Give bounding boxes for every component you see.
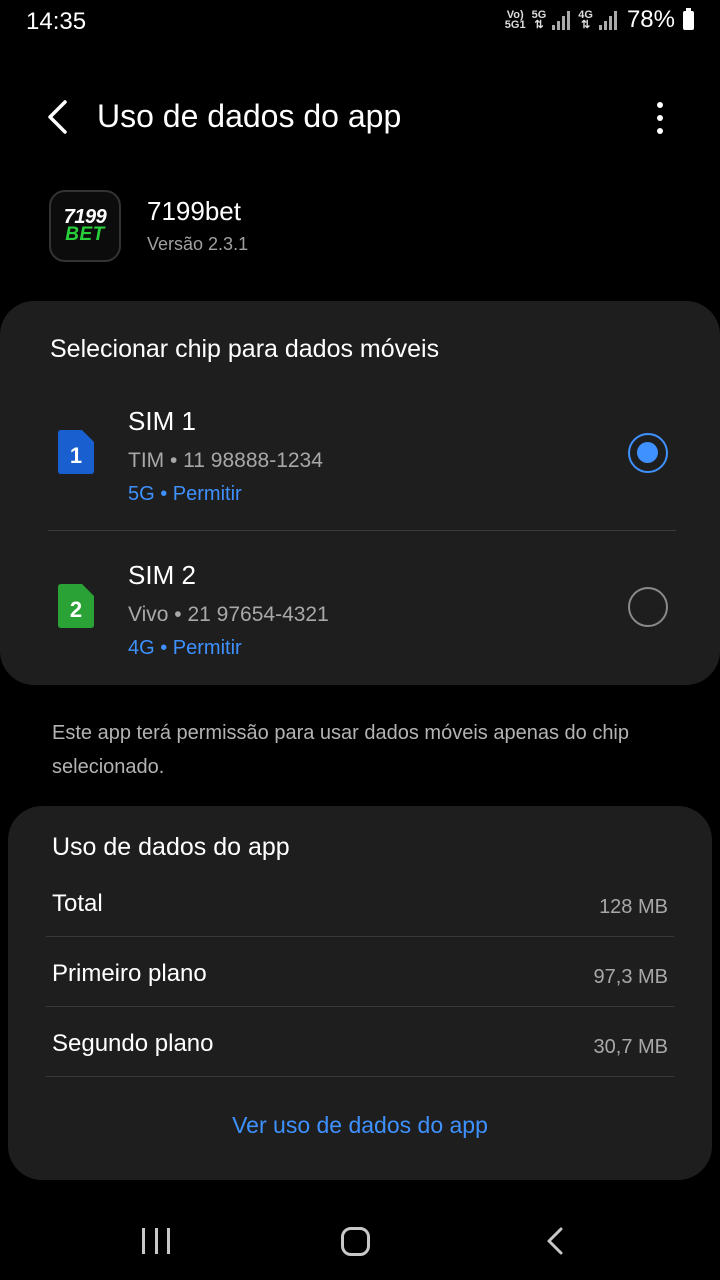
- usage-divider: [46, 1006, 674, 1007]
- usage-value: 128 MB: [599, 896, 668, 918]
- navigation-bar: [0, 1200, 720, 1280]
- app-bar: Uso de dados do app: [0, 80, 720, 154]
- view-app-data-usage-link[interactable]: Ver uso de dados do app: [8, 1112, 712, 1139]
- signal-sim1-icon: [552, 10, 572, 30]
- app-logo: 7199 BET: [49, 190, 121, 262]
- usage-divider: [46, 936, 674, 937]
- app-info: 7199 BET 7199bet Versão 2.3.1: [49, 190, 669, 264]
- network-5g-icon: 5G ⇅: [531, 9, 547, 31]
- data-usage-card: Uso de dados do app Total 128 MB Primeir…: [8, 806, 712, 1180]
- sim-1-icon: 1: [58, 430, 94, 474]
- usage-row-total: Total 128 MB: [8, 868, 712, 938]
- usage-divider: [46, 1076, 674, 1077]
- recent-apps-icon: [142, 1228, 145, 1254]
- usage-value: 97,3 MB: [593, 966, 668, 988]
- sim-1-carrier: TIM • 11 98888-1234: [128, 449, 323, 472]
- sim-2-network: 4G • Permitir: [128, 637, 242, 659]
- sim-2-radio[interactable]: [628, 587, 668, 627]
- sim-2-icon: 2: [58, 584, 94, 628]
- signal-sim2-icon: [598, 10, 619, 30]
- sim-1-name: SIM 1: [128, 406, 196, 436]
- sim-divider: [48, 530, 676, 531]
- usage-row-background: Segundo plano 30,7 MB: [8, 1008, 712, 1078]
- battery-percent: 78%: [626, 6, 675, 33]
- more-options-icon: [657, 102, 663, 108]
- nav-back-button[interactable]: [543, 1226, 569, 1256]
- back-button[interactable]: [36, 94, 82, 140]
- app-name: 7199bet: [147, 196, 241, 226]
- home-button[interactable]: [341, 1227, 370, 1256]
- recent-apps-button[interactable]: [142, 1228, 170, 1254]
- usage-value: 30,7 MB: [593, 1036, 668, 1058]
- volte-icon: Vo) 5G1: [504, 9, 526, 31]
- sim-selection-card: Selecionar chip para dados móveis 1 SIM …: [0, 301, 720, 685]
- status-bar: 14:35 Vo) 5G1 5G ⇅ 4G ⇅ 78%: [0, 0, 720, 44]
- sim-2-carrier: Vivo • 21 97654-4321: [128, 603, 329, 626]
- usage-label: Segundo plano: [52, 1030, 214, 1057]
- svg-text:2: 2: [70, 597, 82, 622]
- status-icons: Vo) 5G1 5G ⇅ 4G ⇅ 78%: [505, 6, 694, 34]
- network-4g-icon: 4G ⇅: [578, 9, 593, 31]
- usage-label: Total: [52, 890, 103, 917]
- usage-label: Primeiro plano: [52, 960, 207, 987]
- usage-card-title: Uso de dados do app: [52, 833, 290, 861]
- svg-text:1: 1: [70, 443, 82, 468]
- page-title: Uso de dados do app: [97, 98, 402, 134]
- usage-row-foreground: Primeiro plano 97,3 MB: [8, 938, 712, 1008]
- back-arrow-icon: [48, 100, 67, 134]
- app-version: Versão 2.3.1: [147, 234, 249, 254]
- sim-1-radio[interactable]: [628, 433, 668, 473]
- nav-back-icon: [547, 1227, 563, 1255]
- sim-option-2[interactable]: 2 SIM 2 Vivo • 21 97654-4321 4G • Permit…: [0, 539, 720, 689]
- sim-1-network: 5G • Permitir: [128, 483, 242, 505]
- sim-option-1[interactable]: 1 SIM 1 TIM • 11 98888-1234 5G • Permiti…: [0, 385, 720, 535]
- battery-icon: [683, 7, 694, 30]
- sim-selection-note: Este app terá permissão para usar dados …: [52, 722, 630, 778]
- sim-2-name: SIM 2: [128, 560, 196, 590]
- sim-card-title: Selecionar chip para dados móveis: [50, 335, 440, 363]
- more-options-button[interactable]: [640, 98, 680, 138]
- status-time: 14:35: [26, 8, 87, 35]
